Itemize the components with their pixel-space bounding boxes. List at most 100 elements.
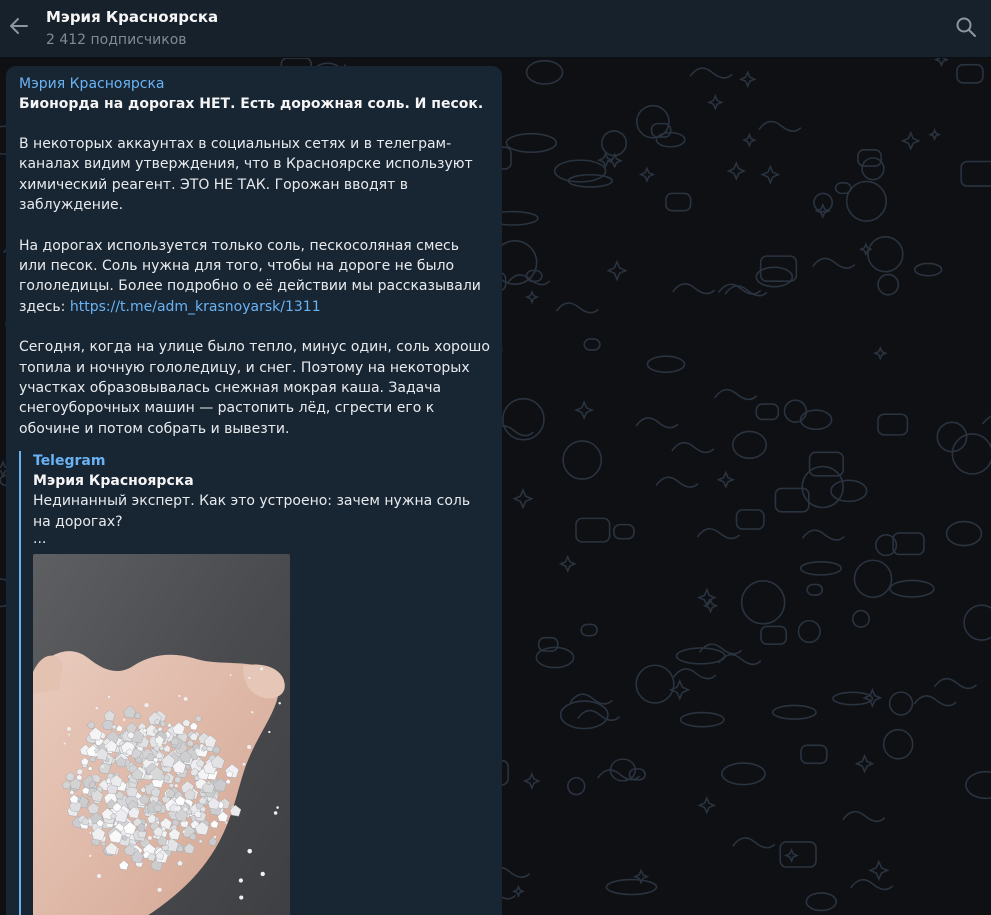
wallpaper-doodle bbox=[606, 259, 628, 282]
salt-grain bbox=[89, 832, 92, 834]
channel-title[interactable]: Мэрия Красноярска bbox=[46, 8, 218, 26]
wallpaper-doodle bbox=[851, 609, 871, 628]
salt-grain bbox=[63, 742, 66, 745]
wallpaper-doodle bbox=[732, 837, 776, 849]
message-link[interactable]: https://t.me/adm_krasnoyarsk/1311 bbox=[70, 299, 321, 315]
wallpaper-doodle bbox=[933, 677, 978, 690]
wallpaper-doodle bbox=[638, 166, 656, 183]
message-title: Бионорда на дорогах НЕТ. Есть дорожная с… bbox=[19, 96, 484, 112]
wallpaper-doodle bbox=[799, 409, 833, 431]
back-button[interactable] bbox=[4, 12, 34, 44]
telegram-window: Мэрия Красноярска 2 412 подписчиков Мэри… bbox=[0, 0, 991, 915]
wallpaper-doodle bbox=[600, 130, 628, 157]
salt-grain bbox=[195, 748, 200, 754]
search-button[interactable] bbox=[951, 13, 981, 45]
salt-grain bbox=[105, 744, 109, 748]
wallpaper-doodle bbox=[945, 520, 983, 547]
salt-grain bbox=[122, 718, 126, 722]
wallpaper-doodle bbox=[635, 417, 679, 429]
salt-grain bbox=[268, 730, 271, 734]
wallpaper-doodle bbox=[716, 470, 736, 489]
wallpaper-doodle bbox=[877, 273, 900, 296]
salt-grain bbox=[101, 765, 104, 768]
salt-grain bbox=[174, 784, 178, 788]
wallpaper-doodle bbox=[806, 583, 824, 596]
wallpaper-doodle bbox=[873, 345, 888, 361]
wallpaper-doodle bbox=[799, 560, 842, 576]
wallpaper-doodle bbox=[755, 403, 780, 421]
wallpaper-doodle bbox=[605, 878, 658, 896]
wallpaper-doodle bbox=[933, 58, 950, 68]
wallpaper-doodle bbox=[696, 527, 740, 540]
preview-source[interactable]: Telegram bbox=[33, 451, 490, 471]
wallpaper-doodle bbox=[758, 120, 802, 132]
wallpaper-doodle bbox=[805, 892, 837, 912]
wallpaper-doodle bbox=[854, 753, 875, 774]
wallpaper-doodle bbox=[575, 517, 611, 543]
salt-grain bbox=[273, 811, 278, 815]
salt-grain bbox=[95, 707, 98, 710]
wallpaper-doodle bbox=[718, 653, 762, 666]
wallpaper-doodle bbox=[850, 878, 894, 891]
wallpaper-doodle bbox=[900, 130, 921, 151]
wallpaper-doodle bbox=[567, 776, 586, 796]
wallpaper-doodle bbox=[731, 430, 768, 460]
chat-header: Мэрия Красноярска 2 412 подписчиков bbox=[0, 0, 991, 58]
message-bubble[interactable]: Мэрия Красноярска Бионорда на дорогах НЕ… bbox=[6, 66, 502, 915]
wallpaper-doodle bbox=[760, 625, 788, 645]
wallpaper-doodle bbox=[882, 728, 914, 760]
wallpaper-doodle bbox=[562, 440, 603, 480]
wallpaper-doodle bbox=[583, 338, 601, 351]
salt-grain bbox=[144, 703, 149, 708]
wallpaper-doodle bbox=[555, 302, 599, 314]
wallpaper-doodle bbox=[726, 161, 747, 181]
wallpaper-doodle bbox=[868, 859, 890, 882]
wallpaper-doodle bbox=[721, 762, 766, 786]
wallpaper-doodle bbox=[801, 465, 844, 509]
salt-grain bbox=[238, 878, 243, 883]
wallpaper-doodle bbox=[646, 355, 686, 374]
wallpaper-doodle bbox=[558, 554, 577, 574]
preview-ellipsis: ... bbox=[33, 531, 47, 548]
salt-grain bbox=[94, 753, 98, 757]
wallpaper-doodle bbox=[713, 388, 758, 401]
preview-text: Нединанный эксперт. Как это устроено: за… bbox=[33, 493, 471, 530]
wallpaper-doodle bbox=[672, 668, 717, 680]
forwarded-preview[interactable]: Telegram Мэрия Красноярска Нединанный эк… bbox=[19, 451, 490, 915]
wallpaper-doodle bbox=[913, 695, 957, 707]
wallpaper-doodle bbox=[635, 664, 675, 704]
wallpaper-doodle bbox=[689, 67, 733, 79]
message-author[interactable]: Мэрия Красноярска bbox=[19, 74, 490, 94]
wallpaper-doodle bbox=[706, 93, 724, 111]
wallpaper-doodle bbox=[671, 441, 715, 454]
wallpaper-doodle bbox=[665, 192, 692, 212]
preview-author: Мэрия Красноярска bbox=[33, 473, 194, 490]
preview-photo[interactable] bbox=[33, 554, 290, 915]
salt-grain bbox=[229, 674, 232, 676]
wallpaper-doodle bbox=[576, 709, 621, 722]
wallpaper-doodle bbox=[797, 619, 821, 644]
wallpaper-doodle bbox=[524, 289, 540, 305]
wallpaper-doodle bbox=[636, 104, 670, 139]
wallpaper-doodle bbox=[655, 476, 699, 488]
wallpaper-doodle bbox=[951, 433, 991, 475]
salt-grain bbox=[225, 821, 228, 824]
message-paragraph: На дорогах используется только соль, пес… bbox=[19, 236, 490, 318]
salt-grain bbox=[89, 854, 92, 858]
subscriber-count: 2 412 подписчиков bbox=[46, 32, 187, 48]
wallpaper-doodle bbox=[963, 604, 991, 641]
wallpaper-doodle bbox=[861, 157, 885, 181]
wallpaper-doodle bbox=[801, 529, 845, 541]
wallpaper-doodle bbox=[800, 744, 828, 765]
wallpaper-doodle bbox=[783, 847, 800, 864]
wallpaper-doodle bbox=[853, 559, 893, 599]
wallpaper-doodle bbox=[760, 164, 781, 185]
salt-grain bbox=[247, 848, 253, 854]
salt-grain bbox=[157, 887, 162, 893]
salt-grain bbox=[276, 806, 279, 809]
wallpaper-doodle bbox=[525, 59, 564, 85]
wallpaper-doodle bbox=[574, 400, 595, 421]
hand-with-salt-image bbox=[33, 554, 290, 915]
salt-grain bbox=[68, 733, 70, 736]
salt-grain bbox=[148, 836, 152, 840]
